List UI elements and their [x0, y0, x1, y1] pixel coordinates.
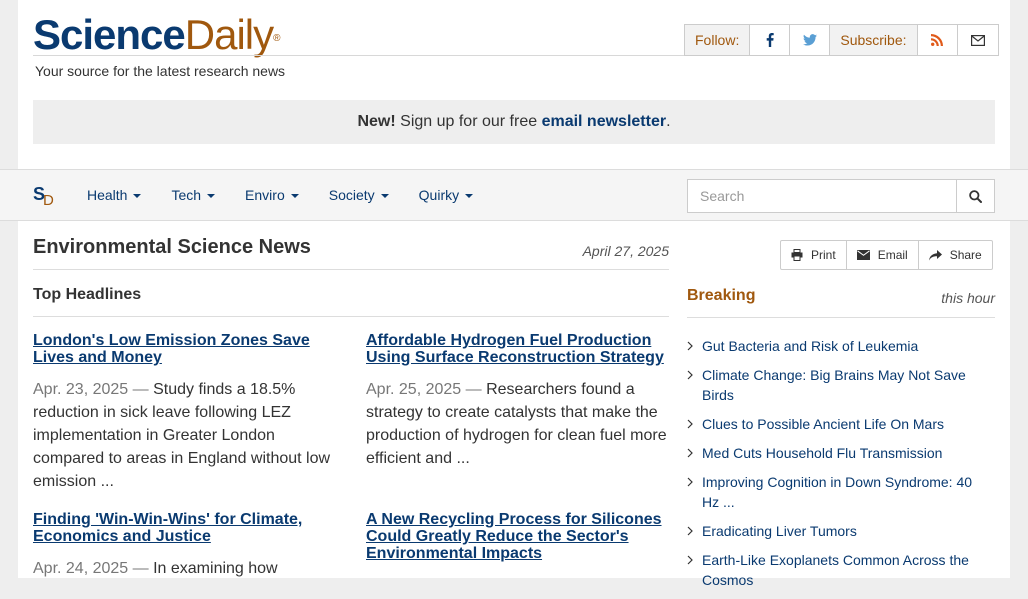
article-card: London's Low Emission Zones Save Lives a…	[33, 332, 336, 493]
tagline: Your source for the latest research news	[35, 63, 286, 79]
newsletter-new-label: New!	[357, 113, 396, 130]
email-label: Email	[877, 248, 908, 262]
search-input[interactable]	[687, 179, 957, 213]
logo-science: Science	[33, 11, 186, 58]
list-item[interactable]: Earth-Like Exoplanets Common Across the …	[687, 550, 987, 590]
nav-item-label: Health	[87, 187, 128, 203]
nav-item-label: Tech	[171, 187, 202, 203]
chevron-right-icon	[687, 526, 693, 536]
print-button[interactable]: Print	[781, 241, 847, 269]
share-label: Share	[949, 248, 982, 262]
navbar-logo[interactable]: SD	[33, 184, 56, 209]
this-hour-label: this hour	[941, 290, 995, 306]
newsletter-link[interactable]: email newsletter	[542, 113, 667, 131]
breaking-heading: Breaking	[687, 287, 756, 304]
nav-item-enviro[interactable]: Enviro	[230, 170, 314, 220]
list-item[interactable]: Gut Bacteria and Risk of Leukemia	[687, 336, 987, 356]
navbar-logo-d: D	[43, 192, 54, 209]
list-item[interactable]: Improving Cognition in Down Syndrome: 40…	[687, 472, 987, 512]
print-icon	[791, 249, 803, 261]
article-dash: —	[465, 381, 482, 398]
article-headline[interactable]: Finding 'Win-Win-Wins' for Climate, Econ…	[33, 511, 336, 545]
title-divider	[33, 269, 669, 270]
article-date: Apr. 25, 2025	[366, 381, 462, 398]
list-item[interactable]: Med Cuts Household Flu Transmission	[687, 443, 987, 463]
chevron-right-icon	[687, 448, 693, 458]
print-label: Print	[811, 248, 836, 262]
article-dash: —	[132, 381, 149, 398]
article-text: In examining how	[153, 560, 278, 577]
share-toolbar: Print Email Share	[780, 240, 993, 270]
facebook-icon[interactable]	[750, 25, 791, 55]
email-button[interactable]: Email	[847, 241, 919, 269]
breaking-link[interactable]: Eradicating Liver Tumors	[702, 523, 857, 539]
article-card: A New Recycling Process for Silicones Co…	[366, 511, 669, 562]
main-navbar: SD Health Tech Enviro Society Quirky	[0, 169, 1028, 221]
article-summary: Apr. 23, 2025 — Study finds a 18.5% redu…	[33, 378, 336, 493]
nav-item-label: Enviro	[245, 187, 285, 203]
chevron-right-icon	[687, 341, 693, 351]
rss-icon[interactable]	[917, 25, 958, 55]
article-date: Apr. 23, 2025	[33, 381, 129, 398]
article-headline[interactable]: London's Low Emission Zones Save Lives a…	[33, 332, 336, 366]
follow-label: Follow:	[685, 25, 751, 55]
header-divider	[33, 55, 693, 56]
share-button[interactable]: Share	[919, 241, 992, 269]
envelope-icon	[856, 250, 870, 260]
newsletter-end: .	[666, 113, 671, 130]
list-item[interactable]: Clues to Possible Ancient Life On Mars	[687, 414, 987, 434]
caret-down-icon	[465, 194, 474, 199]
nav-menu: Health Tech Enviro Society Quirky	[72, 170, 488, 220]
breaking-divider	[687, 317, 995, 318]
article-card: Affordable Hydrogen Fuel Production Usin…	[366, 332, 669, 470]
chevron-right-icon	[687, 419, 693, 429]
breaking-link[interactable]: Earth-Like Exoplanets Common Across the …	[702, 552, 969, 588]
site-logo[interactable]: ScienceDaily®	[33, 11, 281, 58]
list-item[interactable]: Climate Change: Big Brains May Not Save …	[687, 365, 987, 405]
search-icon	[969, 189, 982, 203]
breaking-link[interactable]: Clues to Possible Ancient Life On Mars	[702, 416, 944, 432]
share-icon	[928, 249, 942, 260]
breaking-link[interactable]: Med Cuts Household Flu Transmission	[702, 445, 942, 461]
nav-item-health[interactable]: Health	[72, 170, 156, 220]
nav-item-label: Quirky	[418, 187, 460, 203]
breaking-link[interactable]: Improving Cognition in Down Syndrome: 40…	[702, 474, 972, 510]
nav-item-tech[interactable]: Tech	[156, 170, 230, 220]
article-dash: —	[132, 560, 149, 577]
newsletter-text: Sign up for our free	[395, 113, 542, 130]
newsletter-banner: New! Sign up for our free email newslett…	[33, 100, 995, 144]
breaking-link[interactable]: Gut Bacteria and Risk of Leukemia	[702, 338, 918, 354]
list-item[interactable]: Eradicating Liver Tumors	[687, 521, 987, 541]
caret-down-icon	[380, 194, 389, 199]
subscribe-label: Subscribe:	[830, 25, 918, 55]
twitter-icon[interactable]	[790, 25, 831, 55]
chevron-right-icon	[687, 477, 693, 487]
social-bar: Follow: Subscribe:	[684, 24, 999, 56]
section-divider	[33, 316, 669, 317]
nav-item-society[interactable]: Society	[314, 170, 404, 220]
article-card: Finding 'Win-Win-Wins' for Climate, Econ…	[33, 511, 336, 580]
breaking-link[interactable]: Climate Change: Big Brains May Not Save …	[702, 367, 966, 403]
nav-item-quirky[interactable]: Quirky	[404, 170, 488, 220]
article-headline[interactable]: A New Recycling Process for Silicones Co…	[366, 511, 669, 562]
caret-down-icon	[290, 194, 299, 199]
chevron-right-icon	[687, 370, 693, 380]
page-date: April 27, 2025	[582, 243, 669, 259]
article-headline[interactable]: Affordable Hydrogen Fuel Production Usin…	[366, 332, 669, 366]
logo-registered: ®	[273, 33, 280, 44]
nav-item-label: Society	[328, 187, 375, 203]
article-summary: Apr. 25, 2025 — Researchers found a stra…	[366, 378, 669, 470]
caret-down-icon	[133, 194, 142, 199]
search-button[interactable]	[956, 179, 995, 213]
envelope-icon[interactable]	[957, 25, 998, 55]
logo-daily: Daily	[184, 11, 274, 58]
top-headlines-heading: Top Headlines	[33, 286, 142, 303]
article-summary: Apr. 24, 2025 — In examining how	[33, 557, 336, 580]
article-date: Apr. 24, 2025	[33, 560, 129, 577]
breaking-news-list: Gut Bacteria and Risk of Leukemia Climat…	[687, 336, 987, 599]
page-title: Environmental Science News	[33, 236, 311, 258]
chevron-right-icon	[687, 555, 693, 565]
caret-down-icon	[207, 194, 216, 199]
